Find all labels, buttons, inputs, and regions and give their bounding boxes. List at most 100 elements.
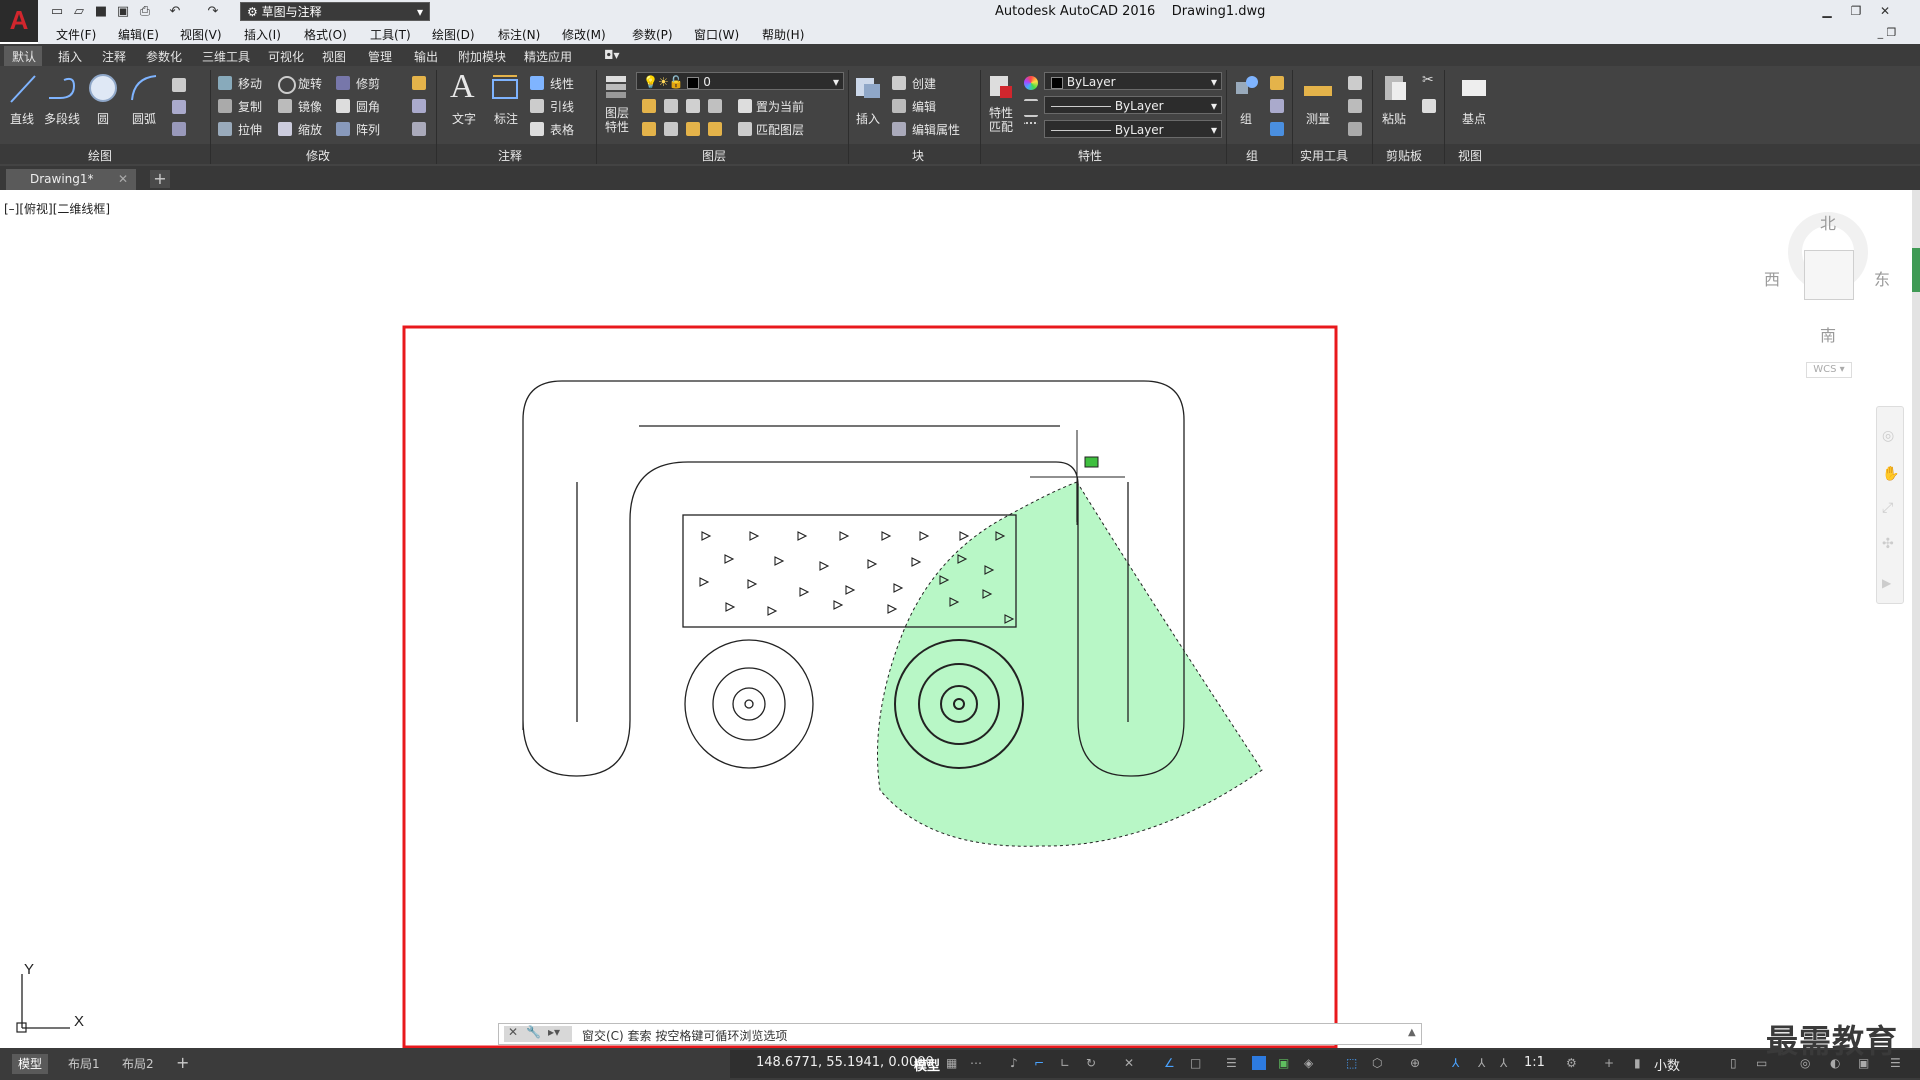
scrollbar-thumb[interactable] bbox=[1912, 248, 1920, 292]
move-icon[interactable] bbox=[218, 76, 232, 90]
create-label[interactable]: 创建 bbox=[912, 75, 936, 92]
view-panel-title[interactable]: 视图 bbox=[1458, 147, 1482, 164]
rotate-label[interactable]: 旋转 bbox=[298, 75, 322, 92]
circle-icon[interactable] bbox=[87, 72, 119, 104]
menu-modify[interactable]: 修改(M) bbox=[562, 26, 606, 43]
menu-draw[interactable]: 绘图(D) bbox=[432, 26, 475, 43]
menu-file[interactable]: 文件(F) bbox=[56, 26, 96, 43]
polar-tracking-icon[interactable]: ↻ bbox=[1086, 1056, 1100, 1070]
fillet-label[interactable]: 圆角 bbox=[356, 98, 380, 115]
linetype-icon[interactable] bbox=[1024, 122, 1038, 138]
pan-icon[interactable]: ✋ bbox=[1882, 466, 1899, 482]
layer-tool-icon[interactable] bbox=[708, 99, 722, 113]
color-wheel-icon[interactable] bbox=[1024, 76, 1038, 90]
steering-wheel-icon[interactable]: ◎ bbox=[1882, 428, 1894, 444]
ortho-icon[interactable]: ∟ bbox=[1060, 1056, 1074, 1070]
layer-tool-icon[interactable] bbox=[664, 122, 678, 136]
3d-osnap-icon[interactable]: ◈ bbox=[1304, 1056, 1318, 1070]
tab-model[interactable]: 模型 bbox=[12, 1054, 49, 1074]
group-tool-icon[interactable] bbox=[1270, 122, 1284, 136]
drawing-canvas[interactable]: Y X bbox=[0, 190, 1910, 1048]
match-layer-label[interactable]: 匹配图层 bbox=[756, 121, 804, 138]
save-icon[interactable]: ■ bbox=[92, 3, 110, 21]
infer-constraints-icon[interactable]: ♪ bbox=[1010, 1056, 1024, 1070]
layers-panel-title[interactable]: 图层 bbox=[702, 147, 726, 164]
menu-window[interactable]: 窗口(W) bbox=[694, 26, 739, 43]
explode-icon[interactable] bbox=[412, 99, 426, 113]
layer-dropdown[interactable]: 💡☀🔓 0 ▾ bbox=[636, 72, 844, 90]
workspace-dropdown[interactable]: ⚙ 草图与注释 ▾ bbox=[240, 2, 430, 21]
layer-tool-icon[interactable] bbox=[686, 122, 700, 136]
move-label[interactable]: 移动 bbox=[238, 75, 262, 92]
table-icon[interactable] bbox=[530, 122, 544, 136]
cut-icon[interactable]: ✂ bbox=[1422, 72, 1434, 88]
layer-tool-icon[interactable] bbox=[686, 99, 700, 113]
new-icon[interactable]: ▭ bbox=[48, 3, 66, 21]
menu-format[interactable]: 格式(O) bbox=[304, 26, 347, 43]
leader-label[interactable]: 引线 bbox=[550, 98, 574, 115]
viewcube-west[interactable]: 西 bbox=[1764, 266, 1780, 290]
lineweight-icon[interactable] bbox=[1024, 99, 1038, 117]
edit-attributes-icon[interactable] bbox=[892, 122, 906, 136]
groups-panel-title[interactable]: 组 bbox=[1246, 147, 1258, 164]
transparency-icon[interactable] bbox=[1252, 1056, 1266, 1070]
fillet-icon[interactable] bbox=[336, 99, 350, 113]
lineweight-dropdown[interactable]: ByLayer ▾ bbox=[1044, 120, 1222, 138]
offset-icon[interactable] bbox=[412, 122, 426, 136]
zoom-icon[interactable]: ⤢ bbox=[1882, 500, 1893, 516]
print-icon[interactable]: ⎙ bbox=[136, 3, 154, 21]
mirror-icon[interactable] bbox=[278, 99, 292, 113]
color-dropdown[interactable]: ByLayer ▾ bbox=[1044, 72, 1222, 90]
copy-label[interactable]: 复制 bbox=[238, 98, 262, 115]
add-layout-plus-icon[interactable]: + bbox=[176, 1053, 189, 1072]
lineweight-toggle-icon[interactable]: ☰ bbox=[1226, 1056, 1240, 1070]
linear-icon[interactable] bbox=[530, 76, 544, 90]
copy-icon[interactable] bbox=[218, 99, 232, 113]
auto-scale-icon[interactable]: ⅄ bbox=[1478, 1056, 1492, 1070]
erase-icon[interactable] bbox=[412, 76, 426, 90]
wcs-menu[interactable]: WCS ▾ bbox=[1806, 362, 1852, 378]
group-tool-icon[interactable] bbox=[1270, 99, 1284, 113]
table-label[interactable]: 表格 bbox=[550, 121, 574, 138]
tab-visualize[interactable]: 可视化 bbox=[268, 48, 304, 65]
stretch-label[interactable]: 拉伸 bbox=[238, 121, 262, 138]
doc-minimize-button[interactable]: _ ❐ ✕ bbox=[1876, 24, 1898, 57]
viewcube-top-face[interactable] bbox=[1804, 250, 1854, 300]
menu-dimension[interactable]: 标注(N) bbox=[498, 26, 540, 43]
annotation-panel-title[interactable]: 注释 bbox=[498, 147, 522, 164]
new-tab-plus-icon[interactable]: + bbox=[150, 170, 170, 188]
minimize-button[interactable]: ▁ bbox=[1816, 2, 1838, 20]
measure-icon[interactable] bbox=[1302, 72, 1334, 102]
coordinate-readout[interactable]: 148.6771, 55.1941, 0.0000 bbox=[756, 1055, 934, 1070]
group-tool-icon[interactable] bbox=[1270, 76, 1284, 90]
set-current-icon[interactable] bbox=[738, 99, 752, 113]
edit-block-icon[interactable] bbox=[892, 99, 906, 113]
clipboard-panel-title[interactable]: 剪贴板 bbox=[1386, 147, 1422, 164]
set-current-label[interactable]: 置为当前 bbox=[756, 98, 804, 115]
properties-panel-title[interactable]: 特性 bbox=[1078, 147, 1102, 164]
undo-icon[interactable]: ↶ bbox=[166, 3, 184, 21]
layer-tool-icon[interactable] bbox=[708, 122, 722, 136]
vertical-scrollbar[interactable] bbox=[1912, 190, 1920, 1048]
application-menu-button[interactable]: A bbox=[0, 0, 38, 42]
annotation-scale-icon[interactable]: ⅄ bbox=[1500, 1056, 1514, 1070]
viewcube-south[interactable]: 南 bbox=[1820, 322, 1836, 346]
polyline-icon[interactable] bbox=[46, 72, 80, 106]
layer-tool-icon[interactable] bbox=[642, 99, 656, 113]
orbit-icon[interactable]: ✣ bbox=[1882, 536, 1894, 552]
command-prompt-icon[interactable]: ▸▾ bbox=[548, 1025, 560, 1039]
linear-label[interactable]: 线性 bbox=[550, 75, 574, 92]
viewcube-north[interactable]: 北 bbox=[1820, 210, 1836, 234]
text-icon[interactable]: A bbox=[450, 68, 475, 106]
tab-output[interactable]: 输出 bbox=[414, 48, 438, 65]
annotation-visibility-icon[interactable]: ⅄ bbox=[1452, 1056, 1466, 1070]
modify-panel-title[interactable]: 修改 bbox=[306, 147, 330, 164]
workspace-switch-icon[interactable]: ⚙ bbox=[1566, 1056, 1580, 1070]
rectangle-icon[interactable] bbox=[172, 78, 186, 92]
tab-featured-apps[interactable]: 精选应用 bbox=[524, 48, 572, 65]
group-icon[interactable] bbox=[1232, 72, 1262, 102]
array-label[interactable]: 阵列 bbox=[356, 121, 380, 138]
tab-annotate[interactable]: 注释 bbox=[102, 48, 126, 65]
tab-home[interactable]: 默认 bbox=[12, 48, 36, 65]
tab-view[interactable]: 视图 bbox=[322, 48, 346, 65]
